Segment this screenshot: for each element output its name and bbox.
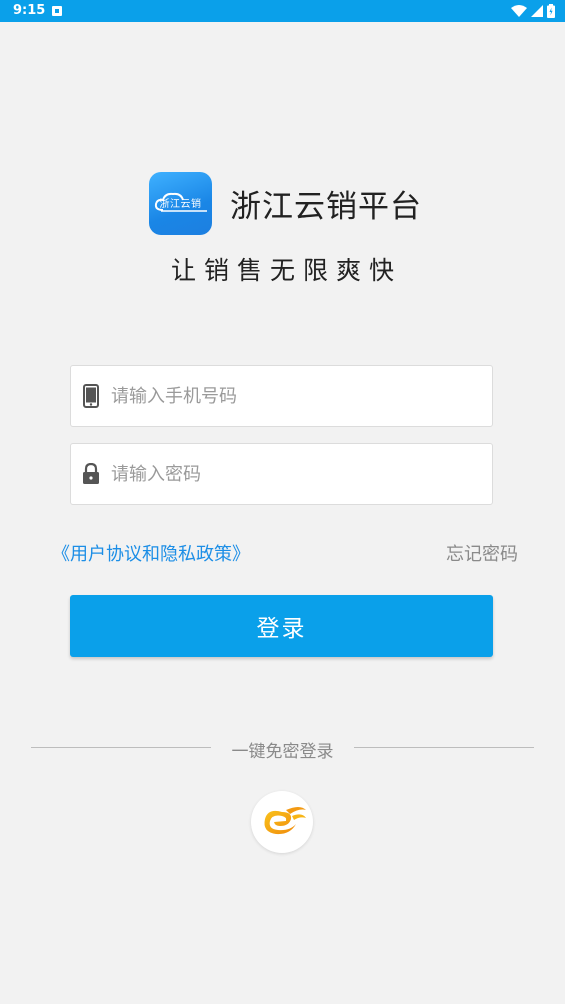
wifi-icon [511,5,527,17]
login-button[interactable]: 登录 [70,595,493,657]
phone-icon [71,384,111,408]
status-icons [511,4,555,18]
oneclick-login-button[interactable] [251,791,313,853]
forgot-password-link[interactable]: 忘记密码 [446,540,518,566]
divider-line-right [354,747,534,748]
app-logo: 浙江云销 [149,171,212,235]
divider-text: 一键免密登录 [231,742,334,762]
password-input[interactable] [111,463,471,485]
password-field[interactable] [70,443,493,505]
app-logo-text: 浙江云销 [159,198,202,210]
status-time: 9:15 [13,3,46,18]
battery-icon [547,4,555,18]
cellular-signal-icon [531,5,543,17]
phone-input[interactable] [111,385,471,407]
phone-field[interactable] [70,365,493,427]
notification-icon [52,6,62,16]
oneclick-divider: 一键免密登录 [31,735,534,762]
lock-icon [71,463,111,485]
status-bar: 9:15 [0,0,565,22]
telecom-logo-icon [264,807,306,835]
user-agreement-link[interactable]: 《用户协议和隐私政策》 [52,540,250,566]
slogan: 让销售无限爽快 [170,256,402,285]
app-name: 浙江云销平台 [230,188,422,225]
brand-header: 浙江云销 浙江云销平台 [149,171,422,235]
